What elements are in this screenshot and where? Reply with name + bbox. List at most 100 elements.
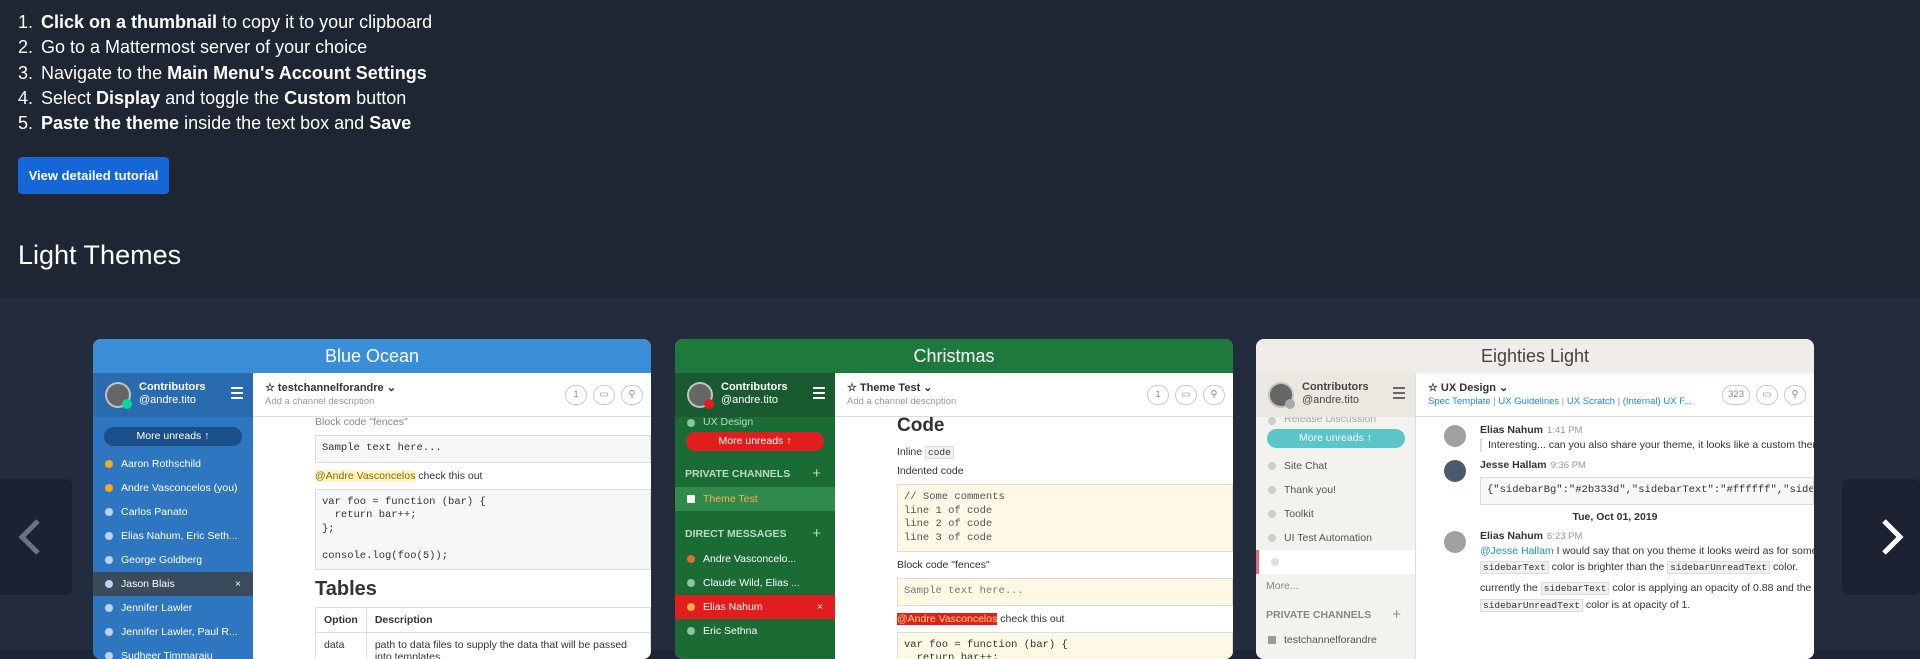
member-count: 323 bbox=[1722, 385, 1750, 405]
close-icon: × bbox=[235, 572, 241, 596]
instruction-steps: 1.Click on a thumbnail to copy it to you… bbox=[18, 10, 432, 136]
avatar bbox=[1444, 531, 1466, 553]
sidebar-item: Andre Vasconcelo... bbox=[675, 547, 835, 571]
sidebar-item: Aaron Rothschild bbox=[93, 452, 253, 476]
preview-sidebar: Contributors @andre.tito Release Discuss… bbox=[1256, 373, 1416, 659]
preview-sidebar: Contributors @andre.tito UX Design More … bbox=[675, 373, 835, 659]
close-icon: × bbox=[817, 595, 823, 619]
indented-label: Indented code bbox=[835, 462, 1233, 480]
hamburger-icon bbox=[813, 387, 825, 402]
member-count: 1 bbox=[1147, 385, 1169, 405]
post: Elias Nahum6:23 PM @Jesse Hallam I would… bbox=[1416, 529, 1814, 613]
avatar bbox=[1444, 460, 1466, 482]
pin-icon: ⚲ bbox=[1203, 385, 1225, 405]
call-icon: ▭ bbox=[1175, 385, 1197, 405]
sidebar-item-active: UX Design bbox=[1256, 550, 1415, 574]
code-block: var foo = function (bar) { return bar++;… bbox=[315, 489, 651, 571]
username: @andre.tito bbox=[1302, 394, 1359, 406]
code-heading: Code bbox=[835, 415, 1233, 437]
chevron-down-icon: ⌄ bbox=[920, 382, 932, 394]
call-icon: ▭ bbox=[1756, 385, 1778, 405]
post: Jesse Hallam9:36 PM {"sidebarBg":"#2b333… bbox=[1416, 458, 1814, 505]
more-unreads-pill: More unreads ↑ bbox=[1267, 429, 1405, 448]
sidebar-item: Andre Vasconcelos (you) bbox=[93, 476, 253, 500]
sidebar-item: Elias Nahum, Eric Seth... bbox=[93, 524, 253, 548]
more-unreads-pill: More unreads ↑ bbox=[104, 427, 242, 446]
call-icon: ▭ bbox=[593, 385, 615, 405]
sidebar-item: UI Test Automation bbox=[1256, 526, 1415, 550]
card-title: Christmas bbox=[675, 339, 1233, 373]
avatar bbox=[687, 382, 713, 408]
private-channels-header: PRIVATE CHANNELS+ bbox=[675, 457, 835, 487]
step-3: 3.Navigate to the Main Menu's Account Se… bbox=[18, 61, 432, 86]
instructions-area: 1.Click on a thumbnail to copy it to you… bbox=[0, 0, 1920, 298]
member-count: 1 bbox=[565, 385, 587, 405]
card-title: Blue Ocean bbox=[93, 339, 651, 373]
fences-label: Block code "fences" bbox=[835, 556, 1233, 574]
sidebar-item: Eric Sethna bbox=[675, 619, 835, 643]
team-header: Contributors @andre.tito bbox=[675, 373, 835, 417]
sidebar-item: Release Discussion bbox=[1256, 417, 1415, 427]
sidebar-item: Thank you! bbox=[1256, 478, 1415, 502]
private-channels-header: PRIVATE CHANNELS+ bbox=[1256, 598, 1415, 628]
previous-slide-button[interactable] bbox=[0, 479, 72, 595]
plus-icon: + bbox=[812, 517, 821, 551]
sidebar-item: Site Chat bbox=[1256, 454, 1415, 478]
step-5: 5.Paste the theme inside the text box an… bbox=[18, 111, 432, 136]
preview-main: ☆ Theme Test ⌄ Add a channel description… bbox=[835, 373, 1233, 659]
sidebar-item: Sudheer Timmaraju bbox=[93, 644, 253, 659]
inline-line: Inline code bbox=[835, 443, 1233, 462]
view-tutorial-button[interactable]: View detailed tutorial bbox=[18, 157, 169, 194]
pin-icon: ⚲ bbox=[1784, 385, 1806, 405]
sidebar-item: George Goldberg bbox=[93, 548, 253, 572]
sidebar-item-active: Jason Blais× bbox=[93, 572, 253, 596]
section-title: Light Themes bbox=[18, 240, 181, 271]
sidebar-item: UX Design bbox=[675, 417, 835, 431]
more-link: More... bbox=[1256, 574, 1415, 598]
code-block: var foo = function (bar) { return bar++; bbox=[897, 632, 1233, 659]
sidebar-item: Jennifer Lawler bbox=[93, 596, 253, 620]
theme-card-christmas[interactable]: Christmas Contributors @andre.tito UX De… bbox=[675, 339, 1233, 659]
avatar bbox=[1444, 425, 1466, 447]
sidebar-item-active: Theme Test bbox=[675, 487, 835, 511]
chevron-right-icon bbox=[1876, 517, 1910, 557]
plus-icon: + bbox=[812, 457, 821, 491]
plus-icon: + bbox=[1392, 598, 1401, 632]
hamburger-icon bbox=[231, 387, 243, 402]
sidebar-item: Toolkit bbox=[1256, 502, 1415, 526]
avatar bbox=[105, 382, 131, 408]
tables-heading: Tables bbox=[253, 578, 651, 601]
mention-line: @Andre Vasconcelos check this out bbox=[835, 610, 1233, 628]
star-icon: ☆ bbox=[265, 382, 278, 394]
mention-line: @Andre Vasconcelos check this out bbox=[253, 467, 651, 485]
pin-icon: ⚲ bbox=[621, 385, 643, 405]
sidebar-item: testchannelforandre bbox=[1256, 628, 1415, 652]
data-table: OptionDescription datapath to data files… bbox=[315, 607, 651, 659]
channel-header: ☆ testchannelforandre ⌄ Add a channel de… bbox=[253, 373, 651, 417]
date-separator: Tue, Oct 01, 2019 bbox=[1416, 511, 1814, 523]
next-slide-button[interactable] bbox=[1842, 479, 1920, 595]
card-title: Eighties Light bbox=[1256, 339, 1814, 373]
preview-main: ☆ testchannelforandre ⌄ Add a channel de… bbox=[253, 373, 651, 659]
star-icon: ☆ bbox=[847, 382, 860, 394]
chevron-down-icon: ⌄ bbox=[1496, 382, 1508, 394]
more-unreads-pill: More unreads ↑ bbox=[686, 432, 824, 451]
code-block: Sample text here... bbox=[897, 578, 1233, 606]
sidebar-item: Claude Wild, Elias ... bbox=[675, 571, 835, 595]
code-block: Sample text here... bbox=[315, 435, 651, 463]
theme-card-eighties-light[interactable]: Eighties Light Contributors @andre.tito … bbox=[1256, 339, 1814, 659]
step-1: 1.Click on a thumbnail to copy it to you… bbox=[18, 10, 432, 35]
step-4: 4.Select Display and toggle the Custom b… bbox=[18, 86, 432, 111]
star-icon: ☆ bbox=[1428, 382, 1441, 394]
post: Elias Nahum1:41 PM Interesting... can yo… bbox=[1416, 423, 1814, 452]
chevron-left-icon bbox=[14, 517, 48, 557]
avatar bbox=[1268, 382, 1294, 408]
hamburger-icon bbox=[1393, 387, 1405, 402]
channel-header: ☆ UX Design ⌄ Spec Template | UX Guideli… bbox=[1416, 373, 1814, 417]
step-2: 2.Go to a Mattermost server of your choi… bbox=[18, 35, 432, 60]
preview-sidebar: Contributors @andre.tito More unreads ↑ … bbox=[93, 373, 253, 659]
theme-card-blue-ocean[interactable]: Blue Ocean Contributors @andre.tito More… bbox=[93, 339, 651, 659]
sidebar-item: Jennifer Lawler, Paul R... bbox=[93, 620, 253, 644]
sidebar-item-active: Elias Nahum× bbox=[675, 595, 835, 619]
code-block: // Some comments line 1 of code line 2 o… bbox=[897, 484, 1233, 552]
